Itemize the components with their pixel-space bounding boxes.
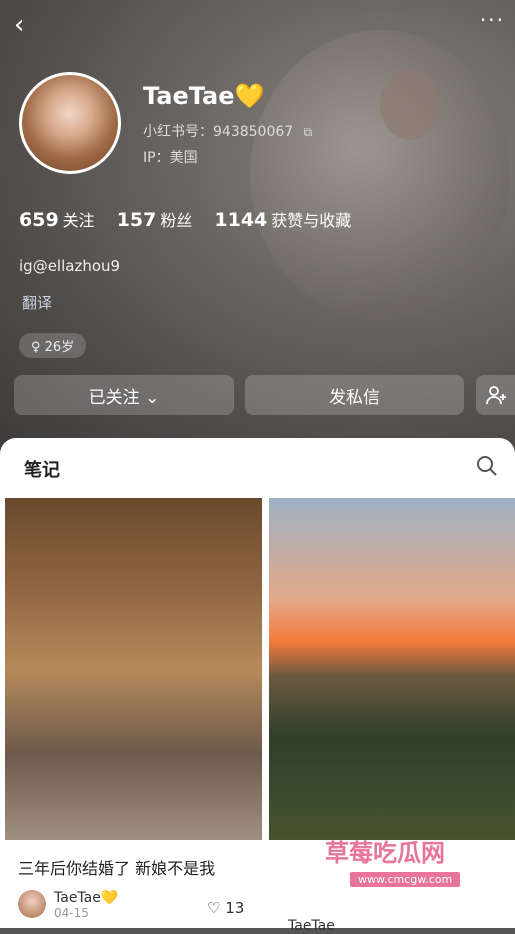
more-icon[interactable]: ··· <box>480 8 505 32</box>
notes-tab-title[interactable]: 笔记 <box>24 456 60 482</box>
note-card-image-wedding[interactable] <box>5 498 262 840</box>
search-icon[interactable] <box>475 454 499 478</box>
yellow-heart-icon: 💛 <box>234 82 265 110</box>
back-icon[interactable]: ‹ <box>14 10 44 40</box>
like-count-value: 13 <box>225 899 245 917</box>
note-card-caption[interactable]: 三年后你结婚了 新娘不是我 <box>18 855 215 879</box>
note-card-author[interactable]: TaeTae💛 04-15 <box>18 890 118 920</box>
profile-name: TaeTae💛 <box>143 82 264 110</box>
note-card-image-sunset[interactable] <box>269 498 515 840</box>
stat-likes-saves[interactable]: 1144 获赞与收藏 <box>214 207 351 231</box>
xiaohongshu-id-text: 小红书号：943850067 <box>143 124 294 140</box>
bio-text: ig@ellazhou9 <box>19 257 121 275</box>
stat-followers[interactable]: 157 粉丝 <box>117 207 193 231</box>
gender-age-tag: ♀ 26岁 <box>19 333 87 358</box>
stat-following[interactable]: 659 关注 <box>19 207 95 231</box>
translate-link[interactable]: 翻译 <box>22 292 52 313</box>
ip-location: IP：美国 <box>143 150 198 166</box>
background-photo-detail <box>380 70 440 140</box>
author-avatar <box>18 890 46 918</box>
message-button[interactable]: 发私信 <box>245 375 464 415</box>
xiaohongshu-id[interactable]: 小红书号：943850067 ⧉ <box>143 121 312 141</box>
note-date: 04-15 <box>54 906 89 920</box>
add-friend-icon[interactable] <box>476 375 515 415</box>
heart-outline-icon[interactable]: ♡ <box>207 899 220 917</box>
watermark-url: www.cmcgw.com <box>350 872 461 887</box>
profile-name-text: TaeTae <box>143 82 235 110</box>
copy-icon[interactable]: ⧉ <box>304 125 313 139</box>
note-card-author-2[interactable]: TaeTae <box>288 918 335 934</box>
like-count[interactable]: ♡ 13 <box>207 899 244 917</box>
notes-panel: 笔记 三年后你结婚了 新娘不是我 TaeTae💛 04-15 ♡ 13 草莓吃瓜… <box>0 438 515 934</box>
avatar[interactable] <box>19 72 121 174</box>
author-name: TaeTae💛 <box>54 890 119 906</box>
watermark: 草莓吃瓜网 <box>325 839 445 867</box>
profile-stats: 659 关注 157 粉丝 1144 获赞与收藏 <box>19 207 351 231</box>
following-button[interactable]: 已关注 ⌄ <box>14 375 234 415</box>
background-photo <box>250 30 510 320</box>
